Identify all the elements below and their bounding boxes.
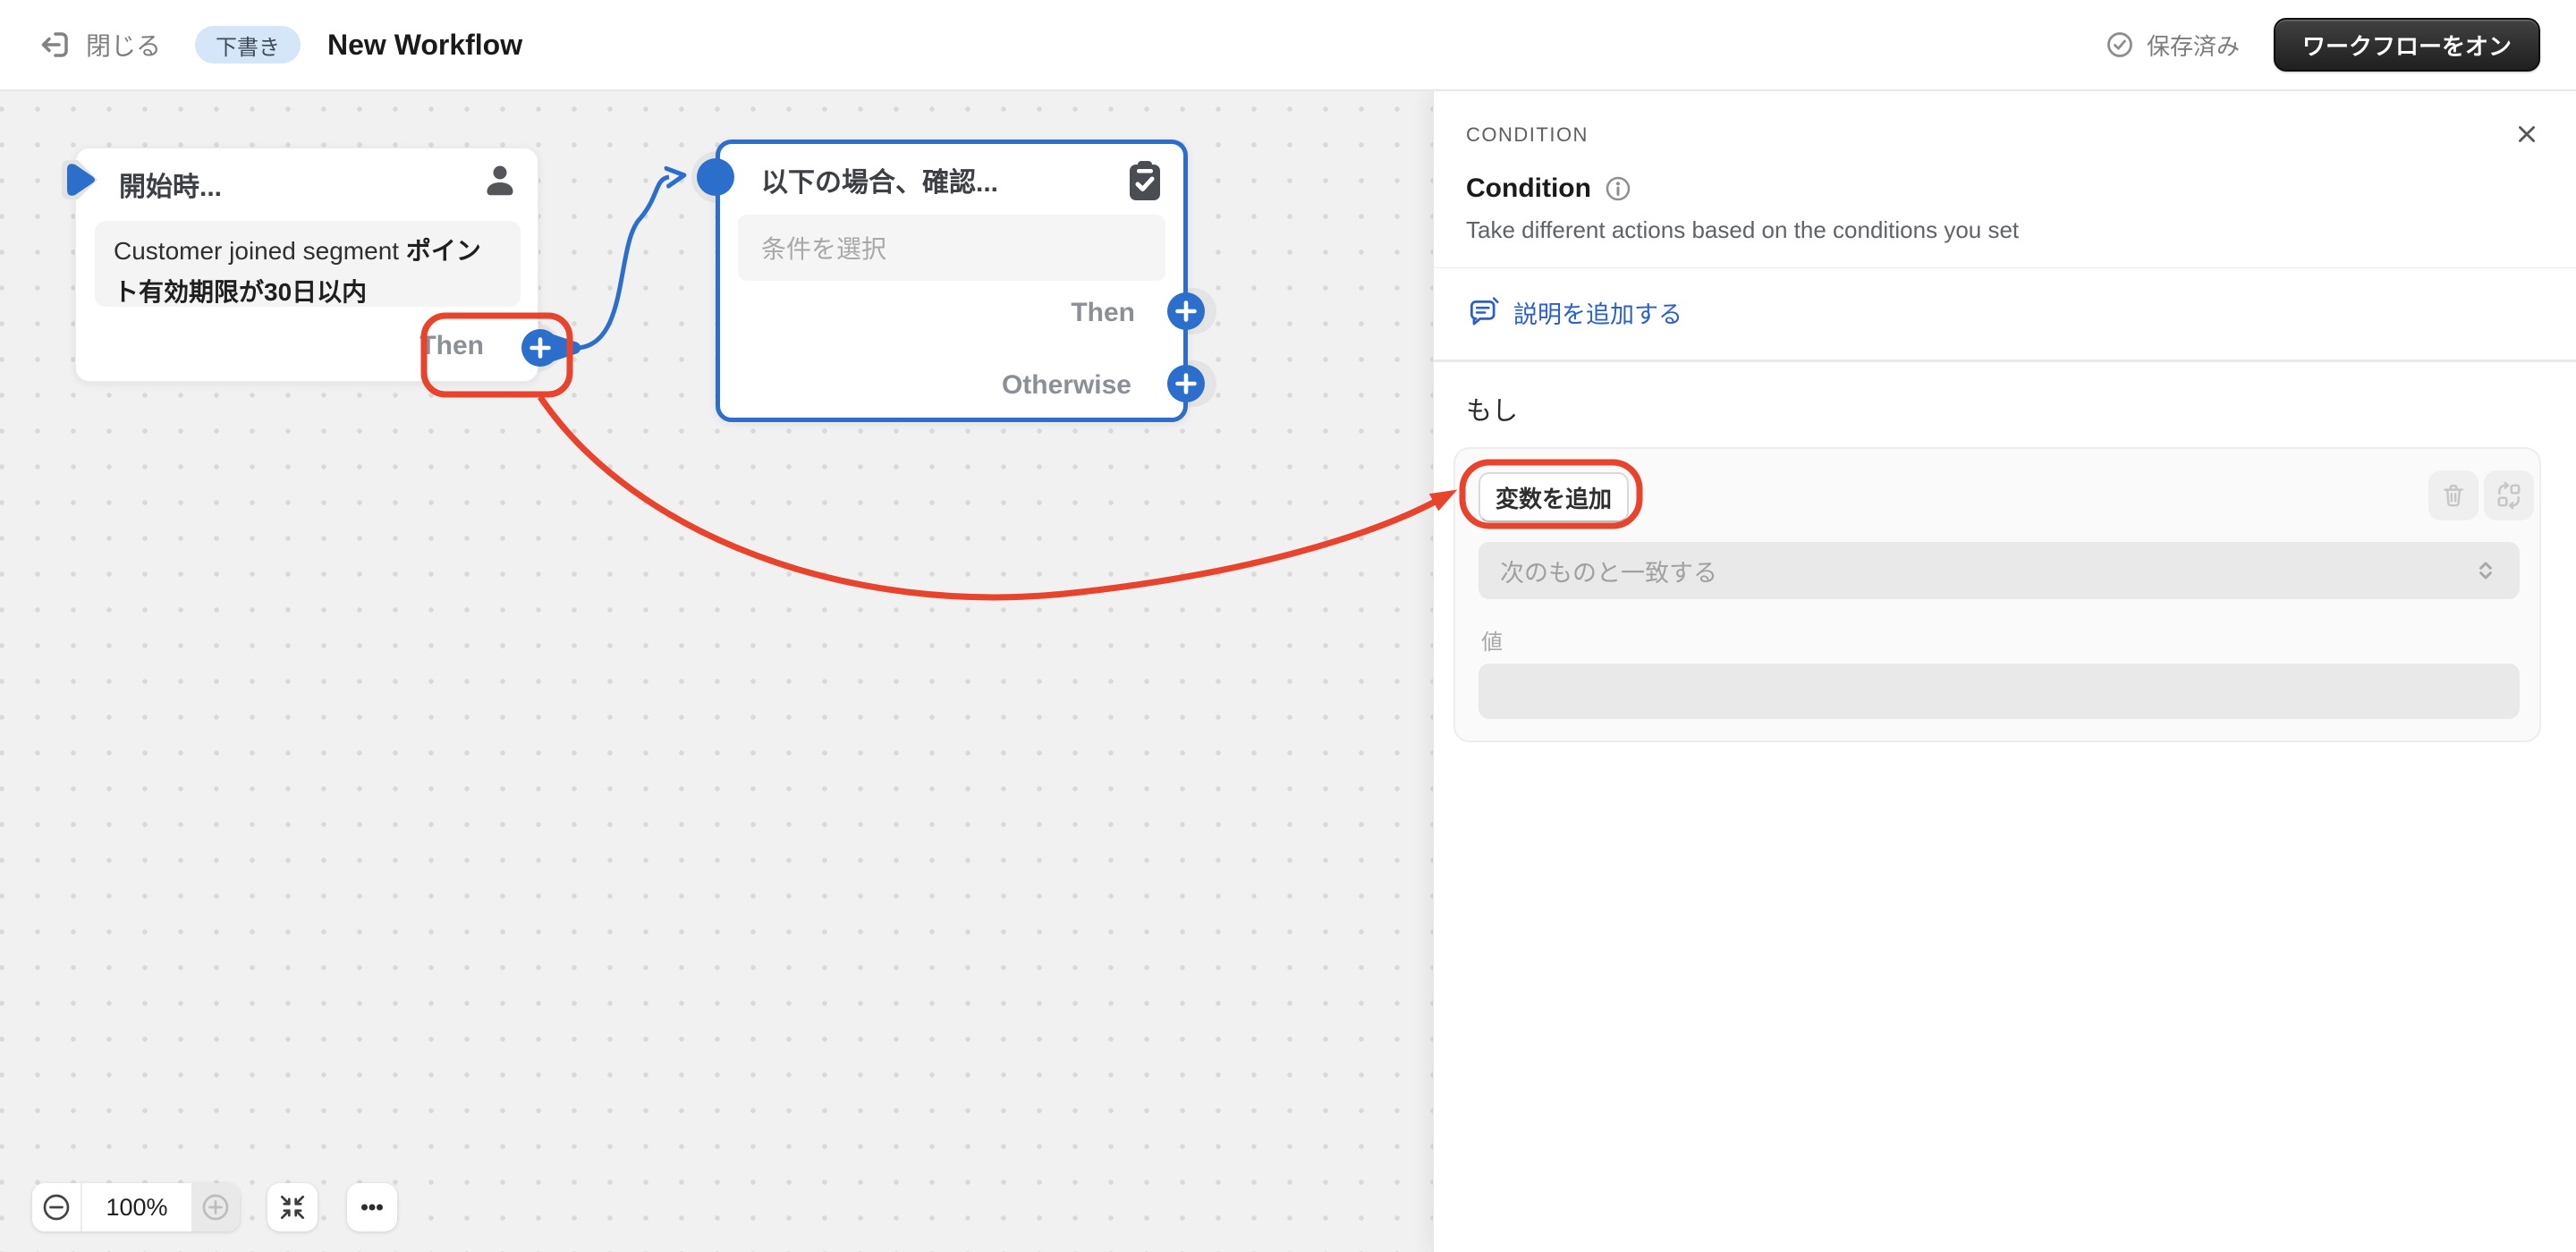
- plus-circle-icon: [199, 1191, 232, 1223]
- trigger-play-icon: [56, 155, 106, 209]
- status-badge: 下書き: [195, 26, 301, 63]
- add-description-link[interactable]: 説明を追加する: [1466, 295, 1682, 330]
- condition-details-panel: CONDITION Condition Take different actio…: [1433, 91, 2576, 1252]
- person-icon: [480, 160, 520, 204]
- more-options-button[interactable]: [347, 1183, 397, 1231]
- activate-workflow-button[interactable]: ワークフローをオン: [2273, 18, 2540, 72]
- delete-condition-button[interactable]: [2428, 470, 2479, 520]
- page-title: New Workflow: [327, 28, 523, 61]
- panel-title: Condition: [1466, 173, 1591, 203]
- section-divider: [1434, 360, 2576, 362]
- add-otherwise-action-button[interactable]: [1167, 365, 1205, 402]
- plus-icon: [1175, 300, 1197, 322]
- plus-icon: [1175, 373, 1197, 394]
- trash-icon: [2439, 481, 2468, 510]
- select-chevron-icon: [2473, 558, 2498, 583]
- panel-kicker: CONDITION: [1466, 123, 1589, 146]
- fit-view-button[interactable]: [267, 1183, 318, 1231]
- zoom-level: 100%: [80, 1183, 191, 1231]
- add-description-label: 説明を追加する: [1513, 301, 1682, 328]
- then-branch-label: Then: [419, 331, 484, 360]
- workflow-canvas[interactable]: 開始時... Customer joined segment ポイント有効期限が…: [0, 91, 1433, 1252]
- condition-input-port: [697, 158, 734, 196]
- panel-subtitle: Take different actions based on the cond…: [1466, 216, 2020, 243]
- trigger-node-title: 開始時...: [119, 173, 223, 202]
- close-workflow-button[interactable]: 閉じる: [36, 27, 161, 63]
- comment-icon: [1466, 296, 1500, 330]
- condition-node-title: 以下の場合、確認...: [761, 168, 999, 198]
- condition-criteria-card: 変数を追加 次のものと一致する 値: [1453, 447, 2541, 742]
- trigger-description-prefix: Customer joined segment: [114, 237, 406, 265]
- add-then-step-button[interactable]: [521, 329, 559, 367]
- more-options-icon: [357, 1192, 387, 1222]
- swap-icon: [2495, 481, 2523, 510]
- zoom-in-button[interactable]: [191, 1183, 240, 1231]
- info-icon[interactable]: [1604, 174, 1632, 203]
- then-branch-label: Then: [1071, 298, 1135, 327]
- close-panel-button[interactable]: [2512, 114, 2551, 154]
- topbar: 閉じる 下書き New Workflow 保存済み ワークフローをオン: [0, 0, 2576, 91]
- operator-select[interactable]: 次のものと一致する: [1479, 542, 2520, 599]
- close-workflow-label: 閉じる: [86, 32, 162, 60]
- value-input[interactable]: [1479, 664, 2520, 719]
- swap-condition-button[interactable]: [2484, 470, 2534, 520]
- check-circle-icon: [2104, 29, 2136, 61]
- close-icon: [2512, 119, 2551, 149]
- plus-icon: [530, 337, 551, 359]
- minus-circle-icon: [40, 1191, 72, 1223]
- exit-icon: [36, 27, 72, 63]
- add-variable-button[interactable]: 変数を追加: [1479, 472, 1629, 522]
- zoom-out-button[interactable]: [32, 1183, 80, 1231]
- zoom-controls: 100%: [32, 1183, 240, 1231]
- fit-view-icon: [277, 1192, 308, 1222]
- if-section-label: もし: [1466, 397, 1519, 426]
- operator-select-value: 次のものと一致する: [1500, 559, 1717, 587]
- condition-node[interactable]: 以下の場合、確認... 条件を選択 Then Otherwise: [716, 140, 1188, 422]
- clipboard-check-icon: [1124, 159, 1165, 208]
- save-status-label: 保存済み: [2146, 32, 2240, 60]
- save-status: 保存済み: [2104, 29, 2240, 62]
- trigger-node[interactable]: 開始時... Customer joined segment ポイント有効期限が…: [62, 148, 538, 382]
- divider: [1434, 267, 2576, 268]
- condition-select-field[interactable]: 条件を選択: [738, 215, 1165, 281]
- trigger-description: Customer joined segment ポイント有効期限が30日以内: [95, 221, 521, 307]
- otherwise-branch-label: Otherwise: [1001, 370, 1131, 400]
- add-then-action-button[interactable]: [1167, 292, 1205, 330]
- value-label: 値: [1481, 630, 1503, 655]
